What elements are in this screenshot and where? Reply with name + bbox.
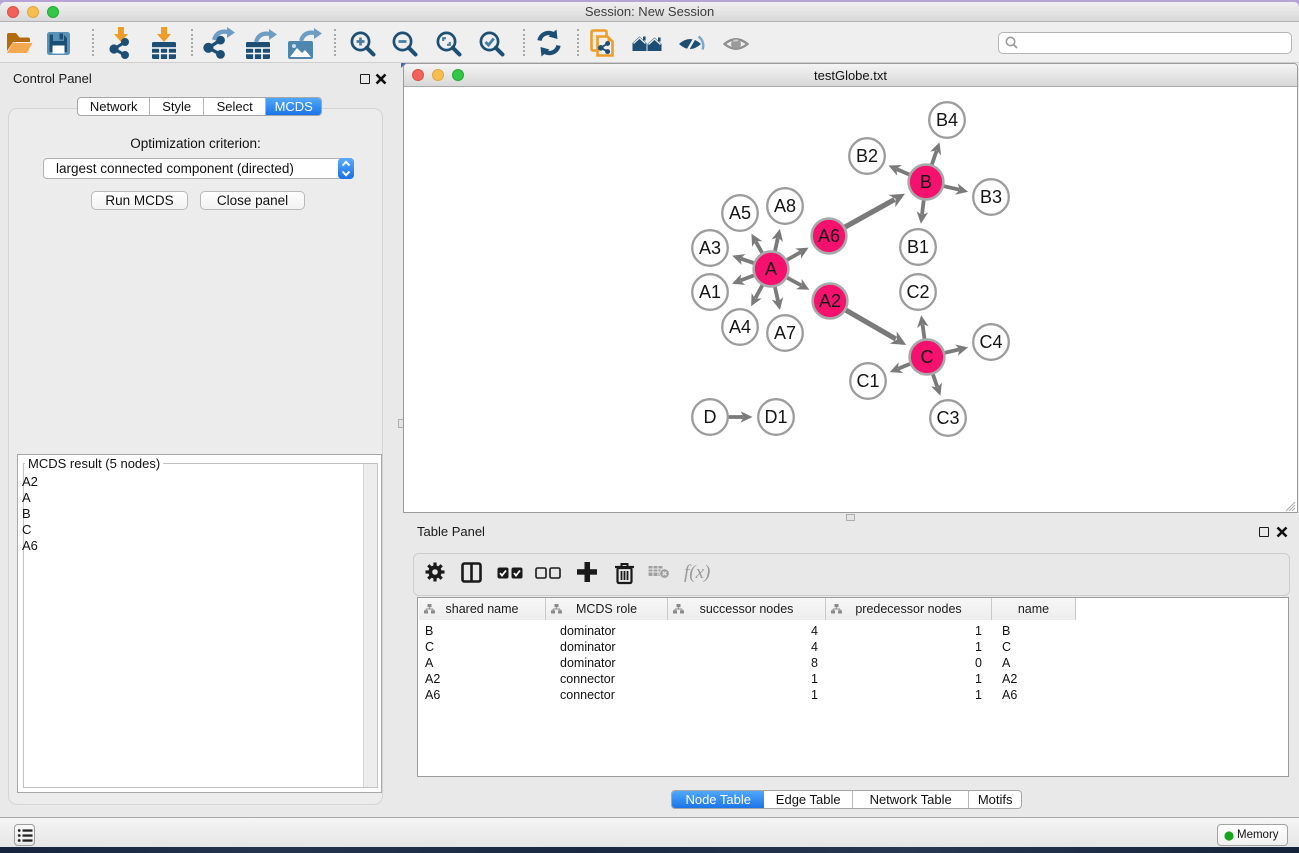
svg-text:A8: A8 [774, 196, 796, 216]
svg-text:A3: A3 [699, 238, 721, 258]
svg-text:A: A [765, 259, 777, 279]
svg-text:D1: D1 [764, 407, 787, 427]
svg-text:C1: C1 [856, 371, 879, 391]
svg-text:A7: A7 [774, 323, 796, 343]
svg-text:B3: B3 [980, 187, 1002, 207]
svg-text:B: B [920, 172, 932, 192]
svg-text:C4: C4 [979, 332, 1002, 352]
svg-text:C: C [921, 347, 934, 367]
svg-text:A4: A4 [729, 317, 751, 337]
svg-text:C3: C3 [936, 408, 959, 428]
svg-text:B4: B4 [936, 110, 958, 130]
svg-text:A5: A5 [729, 203, 751, 223]
svg-text:A6: A6 [818, 226, 840, 246]
svg-text:A1: A1 [699, 282, 721, 302]
svg-text:A2: A2 [819, 291, 841, 311]
svg-text:B2: B2 [856, 146, 878, 166]
svg-text:C2: C2 [906, 282, 929, 302]
svg-text:B1: B1 [907, 237, 929, 257]
svg-text:D: D [704, 407, 717, 427]
